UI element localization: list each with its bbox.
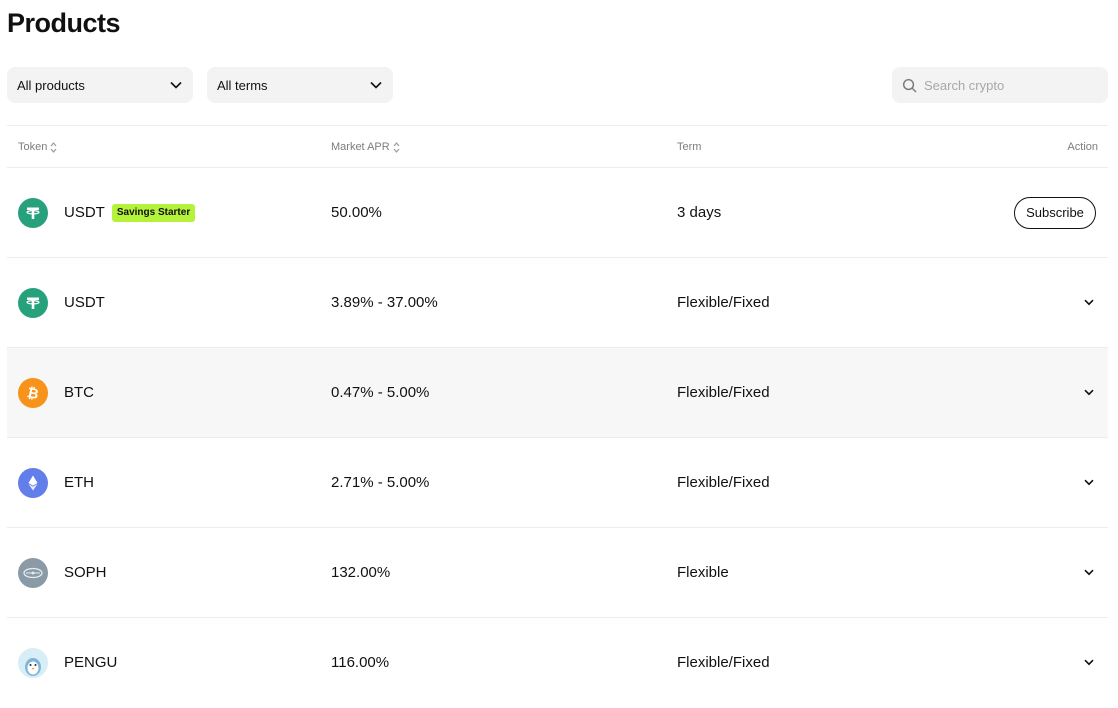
table-row[interactable]: PENGU 116.00% Flexible/Fixed <box>7 618 1108 708</box>
sort-icon <box>50 141 57 153</box>
term-value: Flexible/Fixed <box>677 474 770 491</box>
chevron-down-icon[interactable] <box>1081 655 1097 671</box>
savings-starter-badge: Savings Starter <box>111 203 196 222</box>
apr-value: 3.89% - 37.00% <box>331 294 438 311</box>
term-value: Flexible <box>677 564 729 581</box>
term-value: Flexible/Fixed <box>677 384 770 401</box>
chevron-down-icon[interactable] <box>1081 565 1097 581</box>
page-title: Products <box>7 8 121 38</box>
products-table: Token Market APR Term Action USDT Saving… <box>7 125 1108 708</box>
term-value: Flexible/Fixed <box>677 294 770 311</box>
term-filter-value: All terms <box>217 77 268 93</box>
table-row[interactable]: SOPH 132.00% Flexible <box>7 528 1108 618</box>
token-symbol: USDT <box>64 204 105 221</box>
table-row[interactable]: ₿ BTC 0.47% - 5.00% Flexible/Fixed <box>7 348 1108 438</box>
pengu-icon <box>18 647 48 678</box>
chevron-down-icon <box>169 78 183 92</box>
chevron-down-icon[interactable] <box>1081 385 1097 401</box>
search-box <box>892 67 1108 103</box>
apr-value: 2.71% - 5.00% <box>331 474 430 491</box>
token-symbol: SOPH <box>64 564 107 581</box>
product-filter-value: All products <box>17 77 85 93</box>
sort-icon <box>393 141 400 153</box>
token-symbol: PENGU <box>64 654 118 671</box>
term-filter-select[interactable]: All terms <box>207 67 393 103</box>
product-filter-select[interactable]: All products <box>7 67 193 103</box>
apr-value: 132.00% <box>331 564 391 581</box>
table-row[interactable]: USDT Savings Starter 50.00% 3 days Subsc… <box>7 168 1108 258</box>
bitcoin-icon: ₿ <box>18 377 48 408</box>
header-token-label: Token <box>18 141 48 153</box>
chevron-down-icon[interactable] <box>1081 475 1097 491</box>
header-term-label: Term <box>677 141 702 153</box>
header-apr[interactable]: Market APR <box>331 126 400 168</box>
header-action-label: Action <box>1067 141 1098 153</box>
tether-icon <box>18 287 48 318</box>
apr-value: 116.00% <box>331 654 390 671</box>
header-term: Term <box>677 126 701 168</box>
token-symbol: BTC <box>64 384 94 401</box>
header-action: Action <box>1067 126 1098 168</box>
chevron-down-icon <box>369 78 383 92</box>
subscribe-button[interactable]: Subscribe <box>1014 196 1096 229</box>
apr-value: 50.00% <box>331 204 382 221</box>
token-symbol: ETH <box>64 474 94 491</box>
token-symbol: USDT <box>64 294 105 311</box>
tether-icon <box>18 197 48 228</box>
table-row[interactable]: USDT 3.89% - 37.00% Flexible/Fixed <box>7 258 1108 348</box>
search-icon <box>902 78 917 93</box>
search-input[interactable] <box>924 77 1094 93</box>
term-value: 3 days <box>677 204 722 221</box>
ethereum-icon <box>18 467 48 498</box>
header-apr-label: Market APR <box>331 141 390 153</box>
sophon-icon <box>18 557 48 588</box>
header-token[interactable]: Token <box>18 126 57 168</box>
apr-value: 0.47% - 5.00% <box>331 384 430 401</box>
chevron-down-icon[interactable] <box>1081 295 1097 311</box>
table-row[interactable]: ETH 2.71% - 5.00% Flexible/Fixed <box>7 438 1108 528</box>
table-header: Token Market APR Term Action <box>7 125 1108 168</box>
svg-text:₿: ₿ <box>26 384 40 401</box>
term-value: Flexible/Fixed <box>677 654 770 671</box>
